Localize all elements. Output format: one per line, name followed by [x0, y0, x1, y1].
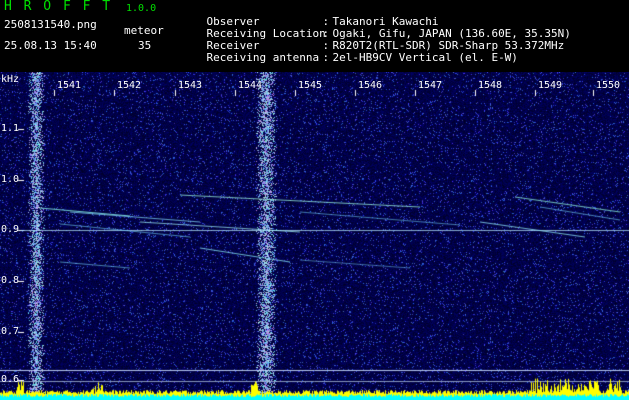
unit-label: kHz	[1, 74, 20, 85]
meteor-label: meteor	[124, 24, 164, 37]
header-panel: H R O F F T 1.0.0 2508131540.png meteor …	[0, 0, 629, 72]
x-tick-label: 1542	[117, 80, 142, 91]
y-tick-label: 0.9	[1, 224, 20, 235]
info-key: Receiving antenna	[206, 51, 320, 64]
y-tick-label: 0.7	[1, 326, 20, 337]
x-tick-label: 1545	[298, 80, 323, 91]
x-tick-label: 1547	[418, 80, 443, 91]
capture-datetime: 25.08.13 15:40	[4, 39, 97, 52]
x-tick-label: 1541	[57, 80, 82, 91]
info-value: 2el-HB9CV Vertical (el. E-W)	[332, 51, 518, 64]
y-tick-label: 0.6	[1, 374, 20, 385]
x-tick-label: 1546	[358, 80, 383, 91]
app-title: H R O F F T	[4, 0, 113, 14]
y-tick-label: 1.0	[1, 174, 20, 185]
x-tick-label: 1550	[596, 80, 621, 91]
y-tick-label: 1.1	[1, 123, 20, 134]
x-tick-label: 1544	[238, 80, 263, 91]
x-tick-label: 1549	[538, 80, 563, 91]
app-version: 1.0.0	[126, 3, 157, 14]
spectrogram-canvas	[0, 72, 629, 400]
x-tick-label: 1548	[478, 80, 503, 91]
capture-filename: 2508131540.png	[4, 18, 97, 31]
y-tick-label: 0.8	[1, 275, 20, 286]
info-row-antenna: Receiving antenna:2el-HB9CV Vertical (el…	[206, 51, 518, 64]
meteor-count: 35	[138, 39, 152, 52]
x-tick-label: 1543	[178, 80, 203, 91]
